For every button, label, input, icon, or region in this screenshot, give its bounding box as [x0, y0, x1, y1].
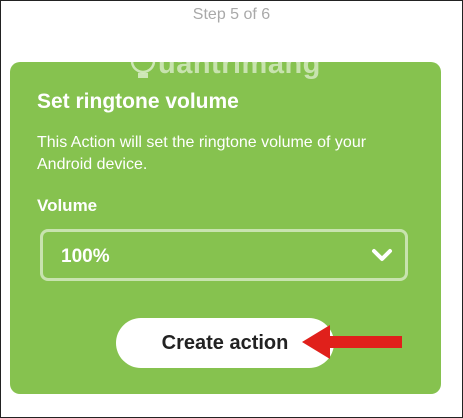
red-arrow-icon	[302, 325, 402, 359]
volume-select-value: 100%	[61, 246, 110, 267]
chevron-down-icon	[372, 249, 392, 261]
volume-select[interactable]: 100%	[40, 229, 408, 281]
card-description: This Action will set the ringtone volume…	[37, 134, 367, 173]
card-title: Set ringtone volume	[37, 90, 239, 113]
step-indicator: Step 5 of 6	[192, 6, 271, 23]
volume-label: Volume	[37, 196, 98, 215]
